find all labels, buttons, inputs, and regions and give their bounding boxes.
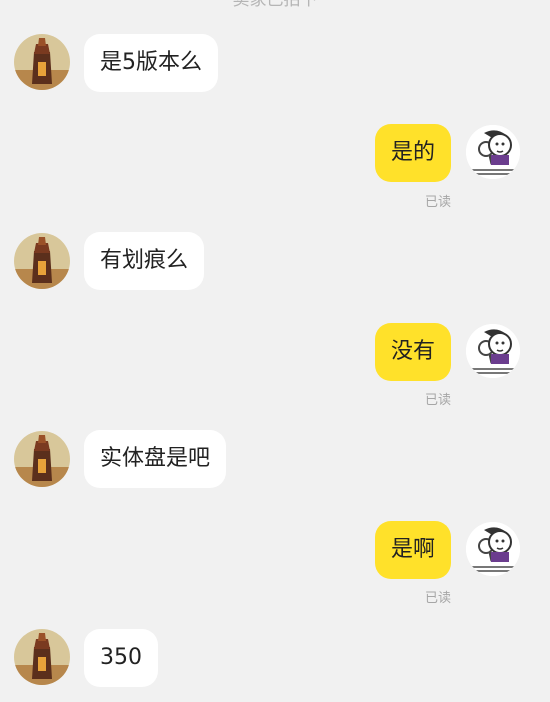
- cartoon-face-avatar-icon[interactable]: [466, 522, 520, 576]
- system-note: 卖家已拍下: [232, 0, 318, 10]
- read-status: 已读: [424, 393, 451, 408]
- cartoon-face-avatar-icon[interactable]: [466, 324, 520, 378]
- message-bubble-incoming[interactable]: 实体盘是吧: [84, 430, 227, 488]
- tower-avatar-icon[interactable]: [14, 34, 70, 90]
- message-bubble-incoming[interactable]: 350: [84, 629, 158, 687]
- tower-avatar-icon[interactable]: [14, 431, 70, 487]
- tower-avatar-icon[interactable]: [14, 629, 70, 685]
- cartoon-face-avatar-icon[interactable]: [466, 125, 520, 179]
- message-bubble-incoming[interactable]: 是5版本么: [84, 34, 218, 92]
- message-bubble-outgoing[interactable]: 没有: [374, 323, 451, 381]
- message-bubble-incoming[interactable]: 有划痕么: [84, 232, 205, 290]
- message-bubble-outgoing[interactable]: 是的: [374, 124, 451, 182]
- chat-window: 卖家已拍下 是5版本么 是的 已读 有划痕么 没有 已读 实体盘是吧 是啊 已读…: [0, 0, 550, 702]
- read-status: 已读: [424, 591, 451, 606]
- read-status: 已读: [424, 195, 451, 210]
- message-bubble-outgoing[interactable]: 是啊: [374, 521, 451, 579]
- tower-avatar-icon[interactable]: [14, 233, 70, 289]
